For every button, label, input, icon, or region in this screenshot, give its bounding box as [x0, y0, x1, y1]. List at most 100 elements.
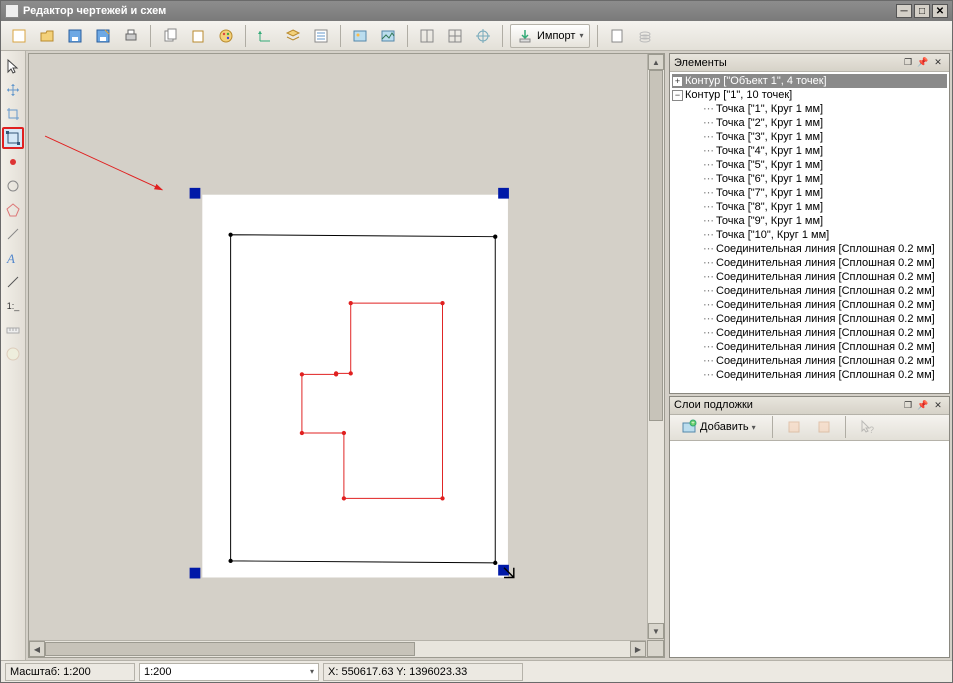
add-layer-button[interactable]: + Добавить ▾ [674, 417, 763, 437]
expand-icon[interactable]: + [672, 76, 683, 87]
svg-text:A: A [6, 251, 15, 266]
tree-label: Соединительная линия [Сплошная 0.2 мм] [716, 242, 935, 256]
app-icon [5, 4, 19, 18]
panel-float-button[interactable]: ❐ [901, 398, 915, 412]
tree-row[interactable]: ⋯Соединительная линия [Сплошная 0.2 мм] [672, 312, 947, 326]
layers-icon[interactable] [281, 24, 305, 48]
copy-icon[interactable] [158, 24, 182, 48]
handle-bl[interactable] [190, 568, 201, 579]
minimize-button[interactable]: ─ [896, 4, 912, 18]
scale-combo[interactable]: 1:200 ▾ [139, 663, 319, 681]
tree-row[interactable]: ⋯Соединительная линия [Сплошная 0.2 мм] [672, 270, 947, 284]
crop-tool[interactable] [2, 103, 24, 125]
statusbar: Масштаб: 1:200 1:200 ▾ X: 550617.63 Y: 1… [1, 660, 952, 682]
tree-row[interactable]: ⋯Точка ["5", Круг 1 мм] [672, 158, 947, 172]
tree-label: Точка ["1", Круг 1 мм] [716, 102, 823, 116]
tree-label: Соединительная линия [Сплошная 0.2 мм] [716, 312, 935, 326]
tree-row[interactable]: ⋯Соединительная линия [Сплошная 0.2 мм] [672, 284, 947, 298]
drawing-svg [33, 58, 646, 639]
tree-label: Соединительная линия [Сплошная 0.2 мм] [716, 368, 935, 382]
tree-label: Точка ["3", Круг 1 мм] [716, 130, 823, 144]
ruler-tool[interactable] [2, 319, 24, 341]
tree-row[interactable]: ⋯Точка ["6", Круг 1 мм] [672, 172, 947, 186]
grid2-icon[interactable] [443, 24, 467, 48]
tree-label: Соединительная линия [Сплошная 0.2 мм] [716, 284, 935, 298]
collapse-icon[interactable]: − [672, 90, 683, 101]
pen-tool[interactable] [2, 271, 24, 293]
vertical-scrollbar[interactable]: ▲ ▼ [647, 54, 664, 639]
print-icon[interactable] [119, 24, 143, 48]
handle-tr[interactable] [498, 188, 509, 199]
page-rect [202, 195, 508, 578]
tree-label: Точка ["6", Круг 1 мм] [716, 172, 823, 186]
panel-close-button[interactable]: ✕ [931, 56, 945, 70]
tree-row[interactable]: ⋯Точка ["1", Круг 1 мм] [672, 102, 947, 116]
tree-row[interactable]: ⋯Точка ["9", Круг 1 мм] [672, 214, 947, 228]
open-icon[interactable] [35, 24, 59, 48]
import-button[interactable]: Импорт ▾ [510, 24, 590, 48]
tree-label: Соединительная линия [Сплошная 0.2 мм] [716, 270, 935, 284]
saveas-icon[interactable] [91, 24, 115, 48]
polygon-tool[interactable] [2, 199, 24, 221]
panel-pin-button[interactable]: 📌 [916, 56, 930, 70]
tree-row[interactable]: ⋯Соединительная линия [Сплошная 0.2 мм] [672, 256, 947, 270]
circle-tool[interactable] [2, 175, 24, 197]
new-icon[interactable] [7, 24, 31, 48]
palette-icon[interactable] [214, 24, 238, 48]
scale-value: 1:200 [144, 666, 172, 678]
axes-icon[interactable] [253, 24, 277, 48]
image2-icon[interactable] [376, 24, 400, 48]
grid1-icon[interactable] [415, 24, 439, 48]
line-tool[interactable] [2, 223, 24, 245]
stack-icon[interactable] [633, 24, 657, 48]
svg-text:?: ? [869, 425, 874, 435]
titlebar: Редактор чертежей и схем ─ □ ✕ [1, 1, 952, 21]
tree-row[interactable]: −Контур ["1", 10 точек] [672, 88, 947, 102]
layers-list[interactable] [670, 441, 949, 657]
panel-float-button[interactable]: ❐ [901, 56, 915, 70]
canvas[interactable] [33, 58, 646, 639]
scale-label: Масштаб: 1:200 [5, 663, 135, 681]
save-icon[interactable] [63, 24, 87, 48]
close-button[interactable]: ✕ [932, 4, 948, 18]
tree-row[interactable]: ⋯Соединительная линия [Сплошная 0.2 мм] [672, 340, 947, 354]
tree-row[interactable]: ⋯Соединительная линия [Сплошная 0.2 мм] [672, 326, 947, 340]
move-tool[interactable] [2, 79, 24, 101]
svg-text:+: + [691, 421, 695, 427]
main-toolbar: Импорт ▾ [1, 21, 952, 51]
pointer-tool[interactable] [2, 55, 24, 77]
list-icon[interactable] [309, 24, 333, 48]
handle-tl[interactable] [190, 188, 201, 199]
window-title: Редактор чертежей и схем [23, 5, 166, 17]
horizontal-scrollbar[interactable]: ◀ ▶ [29, 640, 646, 657]
tree-row[interactable]: +Контур ["Объект 1", 4 точек] [672, 74, 947, 88]
tree-row[interactable]: ⋯Точка ["10", Круг 1 мм] [672, 228, 947, 242]
doc-icon[interactable] [605, 24, 629, 48]
tree-row[interactable]: ⋯Точка ["2", Круг 1 мм] [672, 116, 947, 130]
snap-icon[interactable] [471, 24, 495, 48]
tree-row[interactable]: ⋯Соединительная линия [Сплошная 0.2 мм] [672, 368, 947, 382]
panel-close-button[interactable]: ✕ [931, 398, 945, 412]
tree-label: Соединительная линия [Сплошная 0.2 мм] [716, 298, 935, 312]
elements-panel: Элементы ❐ 📌 ✕ +Контур ["Объект 1", 4 то… [669, 53, 950, 394]
paste-icon[interactable] [186, 24, 210, 48]
tree-row[interactable]: ⋯Соединительная линия [Сплошная 0.2 мм] [672, 242, 947, 256]
maximize-button[interactable]: □ [914, 4, 930, 18]
image-icon[interactable] [348, 24, 372, 48]
point-tool[interactable] [2, 151, 24, 173]
transform-tool[interactable] [2, 127, 24, 149]
tree-row[interactable]: ⋯Соединительная линия [Сплошная 0.2 мм] [672, 298, 947, 312]
right-pane: Элементы ❐ 📌 ✕ +Контур ["Объект 1", 4 то… [667, 51, 952, 660]
tree-row[interactable]: ⋯Точка ["3", Круг 1 мм] [672, 130, 947, 144]
text-tool[interactable]: A [2, 247, 24, 269]
elements-tree[interactable]: +Контур ["Объект 1", 4 точек]−Контур ["1… [670, 72, 949, 393]
tree-row[interactable]: ⋯Соединительная линия [Сплошная 0.2 мм] [672, 354, 947, 368]
tree-row[interactable]: ⋯Точка ["4", Круг 1 мм] [672, 144, 947, 158]
circle-dashed-tool[interactable] [2, 343, 24, 365]
panel-pin-button[interactable]: 📌 [916, 398, 930, 412]
scale-label-tool[interactable]: 1:_ [2, 295, 24, 317]
tree-row[interactable]: ⋯Точка ["7", Круг 1 мм] [672, 186, 947, 200]
tree-label: Точка ["4", Круг 1 мм] [716, 144, 823, 158]
elements-panel-title: Элементы ❐ 📌 ✕ [670, 54, 949, 72]
tree-row[interactable]: ⋯Точка ["8", Круг 1 мм] [672, 200, 947, 214]
